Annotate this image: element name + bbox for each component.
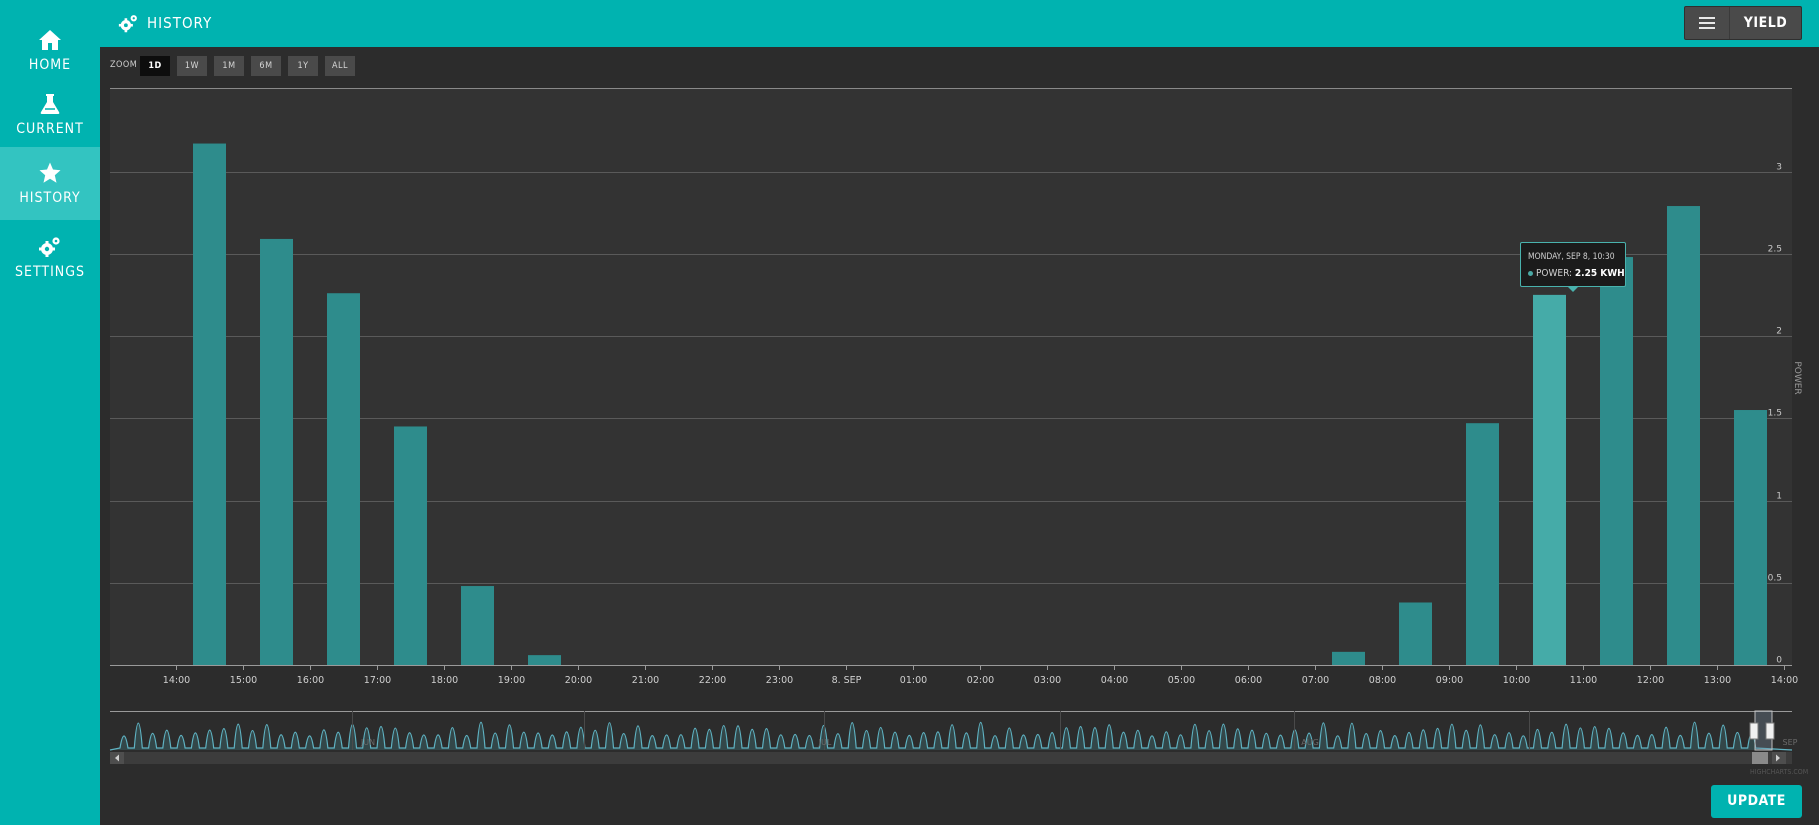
flask-icon	[40, 94, 60, 114]
x-tick-label: 14:00	[1771, 675, 1798, 686]
y-tick-label: 0.5	[1768, 574, 1782, 584]
navigator-label: JUL	[818, 738, 832, 747]
chart-bar	[1600, 257, 1633, 665]
zoom-1m-button[interactable]: 1M	[214, 56, 244, 76]
home-icon	[39, 30, 61, 50]
zoom-1d-button[interactable]: 1D	[140, 56, 170, 76]
x-tick-label: 02:00	[967, 675, 994, 686]
navigator-handle-right	[1765, 722, 1775, 740]
x-tick-label: 22:00	[699, 675, 726, 686]
zoom-6m-button[interactable]: 6M	[251, 56, 281, 76]
chart-bar	[260, 238, 293, 665]
header-bar: HISTORY YIELD	[100, 0, 1819, 47]
scrollbar-track	[110, 752, 1792, 764]
y-tick-label: 1.5	[1768, 409, 1782, 419]
chart-bar	[327, 293, 360, 665]
y-tick-label: 3	[1776, 163, 1782, 173]
chart-bar	[461, 586, 494, 665]
zoom-label: ZOOM	[110, 60, 138, 70]
navigator-handle-left	[1749, 722, 1759, 740]
x-tick-label: 18:00	[431, 675, 458, 686]
zoom-1w-button[interactable]: 1W	[177, 56, 207, 76]
chart-tooltip: MONDAY, SEP 8, 10:30 POWER: 2.25 KWH	[1520, 242, 1626, 292]
list-icon	[1685, 7, 1730, 39]
x-tick-label: 01:00	[900, 675, 927, 686]
x-tick-label: 05:00	[1168, 675, 1195, 686]
chart-bar	[1399, 602, 1432, 665]
zoom-all-button[interactable]: ALL	[325, 56, 355, 76]
power-history-chart[interactable]: 0 0.5 1 1.5 2 2.5 3 POWER 14:00 15:00 16:00 17:00 18…	[0, 0, 1819, 825]
yield-button-label: YIELD	[1743, 15, 1788, 31]
x-tick-label: 09:00	[1436, 675, 1463, 686]
y-tick-label: 2	[1776, 327, 1782, 337]
chart-bar	[1533, 294, 1566, 665]
chart-bar	[1734, 410, 1767, 665]
scrollbar-thumb	[1752, 752, 1768, 764]
x-tick-label: 13:00	[1704, 675, 1731, 686]
y-axis-title: POWER	[1792, 361, 1802, 394]
x-tick-label: 12:00	[1637, 675, 1664, 686]
y-tick-label: 2.5	[1768, 245, 1782, 255]
y-tick-label: 0	[1776, 656, 1782, 666]
sidebar: HOME CURRENT HISTORY SETTINGS	[0, 0, 100, 825]
star-icon	[39, 162, 61, 183]
zoom-1y-button[interactable]: 1Y	[288, 56, 318, 76]
tooltip-title: MONDAY, SEP 8, 10:30	[1528, 252, 1615, 262]
tooltip-value-row: POWER: 2.25 KWH	[1528, 268, 1625, 279]
x-tick-label: 15:00	[230, 675, 257, 686]
gears-icon	[39, 237, 60, 257]
x-tick-label: 10:00	[1503, 675, 1530, 686]
sidebar-item-label: CURRENT	[16, 121, 84, 137]
x-tick-label: 8. SEP	[832, 675, 862, 686]
chart-bar	[193, 143, 226, 665]
x-tick-label: 21:00	[632, 675, 659, 686]
gears-icon	[118, 15, 137, 33]
x-tick-label: 16:00	[297, 675, 324, 686]
series-dot-icon	[1528, 270, 1533, 276]
tooltip-arrow	[1567, 286, 1579, 292]
x-tick-label: 20:00	[565, 675, 592, 686]
chart-bar	[1466, 423, 1499, 665]
chart-bar	[528, 655, 561, 665]
navigator-label: SEP	[1783, 738, 1798, 747]
update-button[interactable]: UPDATE	[1711, 785, 1802, 818]
x-tick-label: 19:00	[498, 675, 525, 686]
x-tick-label: 04:00	[1101, 675, 1128, 686]
sidebar-item-home[interactable]: HOME	[0, 14, 100, 87]
x-tick-label: 06:00	[1235, 675, 1262, 686]
navigator-label: AUG	[1301, 738, 1319, 747]
x-tick-label: 17:00	[364, 675, 391, 686]
sidebar-item-current[interactable]: CURRENT	[0, 78, 100, 151]
y-tick-label: 1	[1776, 492, 1782, 502]
chart-credits[interactable]: HIGHCHARTS.COM	[1750, 768, 1808, 776]
sidebar-item-history[interactable]: HISTORY	[0, 147, 100, 220]
yield-button[interactable]: YIELD	[1684, 6, 1802, 40]
x-tick-label: 03:00	[1034, 675, 1061, 686]
sidebar-item-settings[interactable]: SETTINGS	[0, 221, 100, 294]
x-tick-label: 14:00	[163, 675, 190, 686]
navigator-label: JUN	[360, 738, 375, 747]
sidebar-item-label: HOME	[28, 57, 72, 73]
chart-bar	[394, 426, 427, 665]
x-tick-label: 11:00	[1570, 675, 1597, 686]
x-tick-label: 08:00	[1369, 675, 1396, 686]
x-tick-label: 23:00	[766, 675, 793, 686]
tooltip-value: 2.25 KWH	[1574, 268, 1625, 279]
chart-bar	[1667, 206, 1700, 666]
sidebar-item-label: HISTORY	[19, 190, 81, 206]
chart-bar	[1332, 651, 1365, 665]
tooltip-series-label: POWER:	[1536, 268, 1573, 279]
x-tick-label: 07:00	[1302, 675, 1329, 686]
sidebar-item-label: SETTINGS	[15, 264, 85, 280]
page-title: HISTORY	[147, 14, 213, 32]
